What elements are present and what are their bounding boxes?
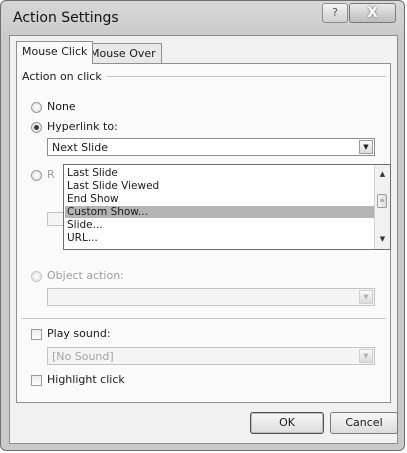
tab-mouse-click[interactable]: Mouse Click: [16, 41, 94, 64]
dropdown-item-slide[interactable]: Slide...: [65, 219, 374, 231]
dropdown-item-url[interactable]: URL...: [65, 232, 374, 244]
dialog-title: Action Settings: [13, 10, 119, 26]
scroll-up-icon[interactable]: ▲: [375, 170, 390, 178]
close-button[interactable]: X: [349, 3, 396, 23]
tab-mouse-over[interactable]: Mouse Over: [84, 43, 162, 63]
none-radio[interactable]: [31, 102, 42, 113]
dropdown-item-end-show[interactable]: End Show: [65, 193, 374, 205]
dropdown-scrollbar[interactable]: ▲ ≡ ▼: [374, 165, 390, 249]
title-bar: Action Settings ? X: [1, 1, 404, 35]
hyperlink-combo[interactable]: Next Slide ▼: [47, 138, 375, 156]
hyperlink-dropdown-list[interactable]: Last Slide Last Slide Viewed End Show Cu…: [63, 164, 391, 250]
play-sound-checkbox[interactable]: [31, 329, 42, 340]
action-settings-dialog: Action Settings ? X Mouse Click Mouse Ov…: [0, 0, 405, 451]
dropdown-item-last-slide-viewed[interactable]: Last Slide Viewed: [65, 180, 374, 192]
sound-combo: [No Sound] ▼: [47, 347, 375, 365]
chevron-down-icon: ▼: [359, 290, 373, 304]
play-sound-label: Play sound:: [47, 327, 111, 340]
highlight-click-checkbox[interactable]: [31, 375, 42, 386]
hyperlink-combo-value: Next Slide: [52, 141, 108, 154]
none-label: None: [47, 100, 76, 113]
object-action-label: Object action:: [47, 269, 124, 282]
ok-button[interactable]: OK: [250, 412, 324, 434]
dropdown-item-custom-show[interactable]: Custom Show...: [65, 206, 374, 218]
run-program-radio[interactable]: [31, 170, 42, 181]
chevron-down-icon: ▼: [359, 349, 373, 363]
object-action-radio[interactable]: [31, 271, 42, 282]
run-program-label: R: [47, 168, 55, 181]
chevron-down-icon[interactable]: ▼: [359, 140, 373, 154]
dropdown-item-last-slide[interactable]: Last Slide: [65, 167, 374, 179]
sound-combo-value: [No Sound]: [52, 350, 114, 363]
hyperlink-label: Hyperlink to:: [47, 120, 118, 133]
action-group-caption: Action on click: [22, 70, 106, 83]
scroll-down-icon[interactable]: ▼: [375, 235, 390, 243]
hyperlink-radio[interactable]: [31, 122, 42, 133]
cancel-button[interactable]: Cancel: [330, 412, 398, 434]
scroll-thumb[interactable]: ≡: [377, 194, 387, 208]
highlight-click-label: Highlight click: [47, 373, 125, 386]
object-action-combo: ▼: [47, 288, 375, 306]
help-button[interactable]: ?: [322, 3, 348, 23]
section-divider: [21, 318, 386, 319]
